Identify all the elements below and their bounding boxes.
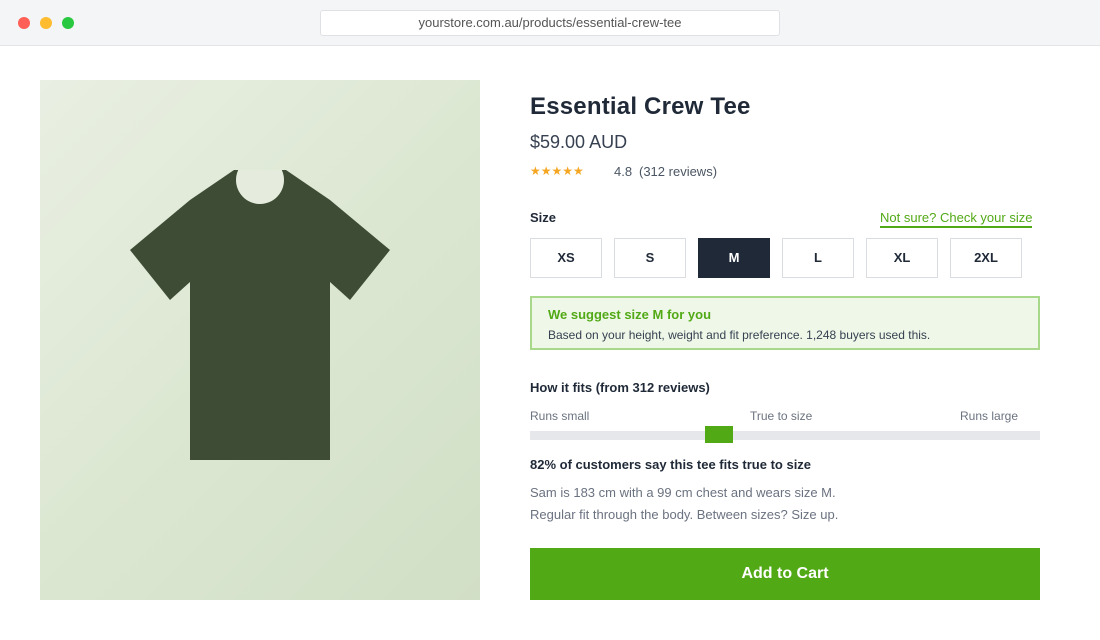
size-suggestion-banner: We suggest size M for you Based on your … [530,296,1040,350]
t-shirt-shape [130,170,390,460]
size-option-xs[interactable]: XS [530,238,602,278]
browser-chrome: yourstore.com.au/products/essential-crew… [0,0,1100,46]
product-image [40,80,480,600]
close-window-icon[interactable] [18,17,30,29]
fit-heading: How it fits (from 312 reviews) [530,380,710,395]
address-bar[interactable]: yourstore.com.au/products/essential-crew… [320,10,780,36]
fit-scale-small-label: Runs small [530,409,590,423]
size-label: Size [530,210,557,225]
rating-value: 4.8 [614,164,633,179]
review-count-link[interactable]: (312 reviews) [639,164,717,179]
fit-scale-true-label: True to size [750,409,813,423]
size-option-xl[interactable]: XL [866,238,938,278]
size-option-2xl[interactable]: 2XL [950,238,1022,278]
product-price: $59.00 AUD [530,132,628,152]
minimize-window-icon[interactable] [40,17,52,29]
size-option-s[interactable]: S [614,238,686,278]
product-title: Essential Crew Tee [530,93,751,120]
rating-stars-icon: ★★★★★ [530,164,584,178]
size-option-l[interactable]: L [782,238,854,278]
size-option-m[interactable]: M [698,238,770,278]
suggestion-subtitle: Based on your height, weight and fit pre… [548,328,931,342]
maximize-window-icon[interactable] [62,17,74,29]
fit-note-model: Sam is 183 cm with a 99 cm chest and wea… [530,485,836,500]
t-shirt-icon [130,170,390,460]
add-to-cart-button[interactable]: Add to Cart [530,548,1040,600]
fit-statistic: 82% of customers say this tee fits true … [530,457,812,472]
fit-scale-large-label: Runs large [960,409,1019,423]
fit-scale-track [530,426,1040,443]
size-guide-link[interactable]: Not sure? Check your size [880,210,1033,228]
fit-note-advice: Regular fit through the body. Between si… [530,507,839,522]
suggestion-title: We suggest size M for you [548,307,712,322]
fit-scale-marker [705,426,733,443]
